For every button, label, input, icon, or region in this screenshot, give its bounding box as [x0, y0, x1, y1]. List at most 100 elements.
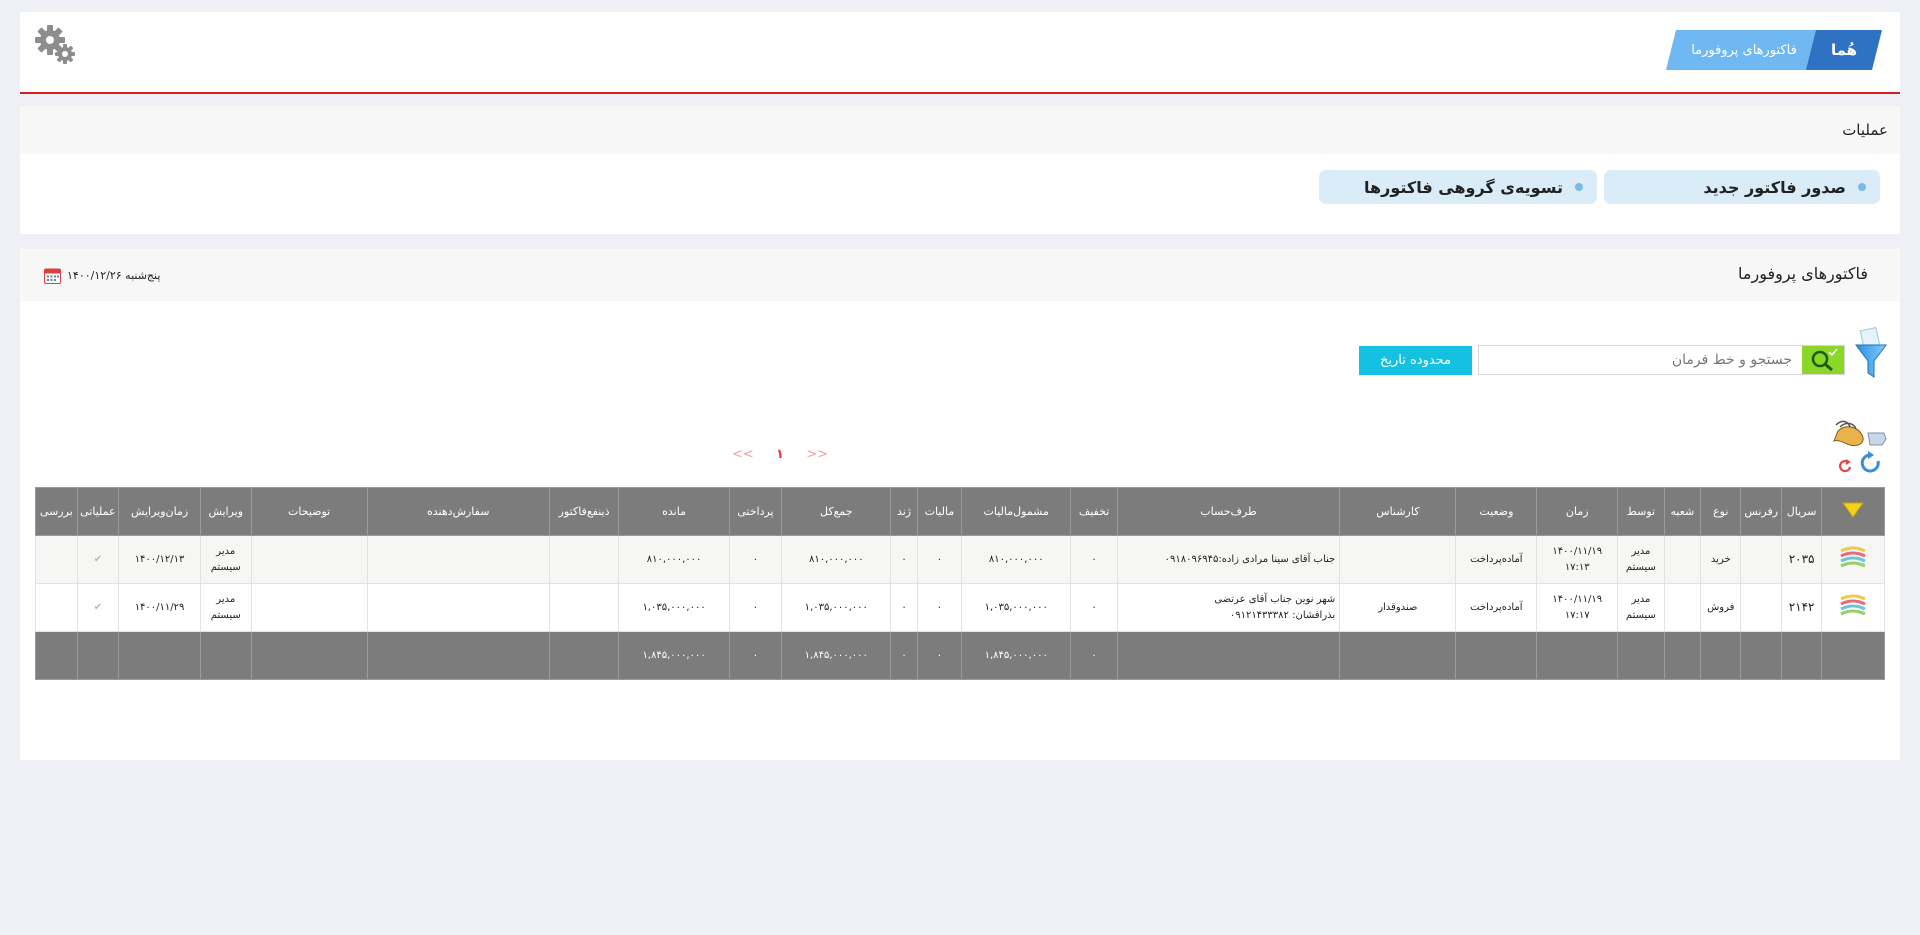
column-header[interactable]: ویرایش — [199, 487, 252, 536]
editor-line-1: مدیر — [216, 546, 236, 557]
type-cell: خرید — [1700, 535, 1742, 584]
edit-time-cell: ۱۴۰۰/۱۱/۲۹ — [118, 583, 201, 632]
totals-cell — [1780, 631, 1823, 680]
column-header[interactable]: توضیحات — [250, 487, 368, 536]
totals-cell — [1821, 631, 1885, 680]
sort-column-header[interactable] — [1821, 487, 1885, 536]
bullet-icon — [1858, 183, 1866, 191]
ops-cell[interactable]: ✔ — [76, 583, 120, 632]
new-invoice-button[interactable]: صدور فاکتور جدید — [1604, 170, 1880, 204]
date-range-button[interactable]: محدوده تاریخ — [1359, 346, 1472, 375]
column-header[interactable]: وضعیت — [1455, 487, 1538, 536]
ops-cell[interactable]: ✔ — [76, 535, 120, 584]
invoices-table: سریال رفرنس نوع شعبه توسط زمان وضعیت کار… — [35, 487, 1885, 680]
by-cell: مدیر سیستم — [1617, 535, 1665, 584]
discount-cell: ۰ — [1070, 535, 1118, 584]
column-header[interactable]: جمع‌کل — [781, 487, 892, 536]
totals-cell — [1617, 631, 1665, 680]
column-header[interactable]: کارشناس — [1339, 487, 1457, 536]
party-line-2: بذرافشان: ۰۹۱۲۱۴۳۳۳۸۲ — [1229, 609, 1336, 621]
total-remaining: ۱,۸۴۵,۰۰۰,۰۰۰ — [618, 631, 730, 680]
column-header[interactable]: مانده — [618, 487, 730, 536]
column-header[interactable]: رفرنس — [1740, 487, 1782, 536]
description-cell — [250, 535, 368, 584]
totals-cell — [118, 631, 201, 680]
check-icon[interactable]: ✔ — [94, 602, 102, 613]
breadcrumb-current-page[interactable]: فاکتورهای پروفورما — [1666, 30, 1822, 70]
column-header[interactable]: سریال — [1780, 487, 1823, 536]
gear-icon[interactable] — [34, 24, 78, 68]
totals-cell — [1663, 631, 1702, 680]
sort-arrow-icon — [1842, 502, 1865, 518]
editor-line-2: سیستم — [210, 561, 241, 573]
totals-cell — [1339, 631, 1457, 680]
search-button[interactable] — [1802, 346, 1844, 374]
search-box — [1478, 345, 1845, 375]
totals-cell — [1116, 631, 1341, 680]
row-icon-cell[interactable] — [1821, 535, 1885, 584]
row-icon-cell[interactable] — [1821, 583, 1885, 632]
serial-cell: ۲۰۳۵ — [1780, 535, 1823, 584]
party-line-1: شهر نوین جناب آقای عرتضی — [1214, 594, 1336, 605]
pager-prev[interactable]: << — [732, 447, 754, 462]
taxable-cell: ۸۱۰,۰۰۰,۰۰۰ — [961, 535, 1072, 584]
column-header[interactable]: شعبه — [1663, 487, 1702, 536]
reference-cell — [1740, 535, 1782, 584]
column-header[interactable]: توسط — [1617, 487, 1665, 536]
beneficiary-cell — [548, 535, 620, 584]
column-header[interactable]: ژند — [890, 487, 918, 536]
column-header[interactable]: سفارش‌دهنده — [366, 487, 550, 536]
filter-icon[interactable] — [1854, 327, 1888, 381]
tool-icons — [1833, 420, 1887, 473]
column-header[interactable]: مشمول‌مالیات — [961, 487, 1072, 536]
column-header[interactable]: زمان — [1536, 487, 1619, 536]
paid-cell: ۰ — [728, 583, 783, 632]
column-header[interactable]: ذینفع‌فاکتور — [548, 487, 620, 536]
orderer-cell — [366, 535, 550, 584]
search-input[interactable] — [1480, 346, 1800, 374]
total-cell: ۱,۰۳۵,۰۰۰,۰۰۰ — [781, 583, 892, 632]
table-row[interactable]: ۲۱۴۲ فروش مدیر سیستم ۱۴۰۰/۱۱/۱۹ ۱۷:۱۷ آماد… — [35, 583, 1885, 632]
totals-cell — [548, 631, 620, 680]
breadcrumb: فاکتورهای پروفورما هُما — [1666, 30, 1882, 70]
bird-icon[interactable] — [1833, 420, 1887, 446]
totals-cell — [1700, 631, 1742, 680]
review-cell[interactable] — [35, 583, 78, 632]
group-settle-button[interactable]: تسویه‌ی گروهی فاکتورها — [1319, 170, 1597, 204]
check-icon[interactable]: ✔ — [94, 554, 102, 565]
refresh-icon[interactable] — [1839, 451, 1880, 473]
party-cell: جناب آقای سینا مرادی زاده:۰۹۱۸۰۹۶۹۴۵ — [1116, 535, 1341, 584]
time-cell: ۱۴۰۰/۱۱/۱۹ ۱۷:۱۳ — [1536, 535, 1619, 584]
review-cell[interactable] — [35, 535, 78, 584]
serial-cell: ۲۱۴۲ — [1780, 583, 1823, 632]
breadcrumb-home[interactable]: هُما — [1806, 30, 1882, 70]
column-header[interactable]: مالیات — [916, 487, 963, 536]
pagination: << ۱ >> — [732, 444, 828, 464]
pager-next[interactable]: >> — [806, 447, 828, 462]
zhand-cell: ۰ — [890, 535, 918, 584]
column-header[interactable]: نوع — [1700, 487, 1742, 536]
calendar-icon[interactable] — [44, 267, 61, 284]
tax-cell: ۰ — [916, 583, 963, 632]
description-cell — [250, 583, 368, 632]
status-cell: آماده‌پرداخت — [1455, 583, 1538, 632]
column-header[interactable]: طرف‌حساب — [1116, 487, 1341, 536]
pager-current[interactable]: ۱ — [776, 447, 784, 462]
column-header[interactable]: تخفیف — [1070, 487, 1118, 536]
orderer-cell — [366, 583, 550, 632]
column-header[interactable]: بررسی — [35, 487, 78, 536]
column-header[interactable]: پرداختی — [728, 487, 783, 536]
beneficiary-cell — [548, 583, 620, 632]
type-cell: فروش — [1700, 583, 1742, 632]
remaining-cell: ۱,۰۳۵,۰۰۰,۰۰۰ — [618, 583, 730, 632]
column-header[interactable]: زمان‌ویرایش — [118, 487, 201, 536]
operations-title: عملیات — [20, 106, 1900, 154]
invoices-header: فاکتورهای پروفورما پنج‌شنبه ۱۴۰۰/۱۲/۲۶ — [20, 249, 1900, 301]
by-line-2: سیستم — [1625, 609, 1656, 621]
table-row[interactable]: ۲۰۳۵ خرید مدیر سیستم ۱۴۰۰/۱۱/۱۹ ۱۷:۱۳ آماد… — [35, 535, 1885, 584]
party-line-1: جناب آقای سینا مرادی زاده:۰۹۱۸۰۹۶۹۴۵ — [1164, 553, 1336, 565]
totals-cell — [1455, 631, 1538, 680]
total-tax: ۰ — [916, 631, 963, 680]
column-header[interactable]: عملیاتی — [76, 487, 120, 536]
discount-cell: ۰ — [1070, 583, 1118, 632]
